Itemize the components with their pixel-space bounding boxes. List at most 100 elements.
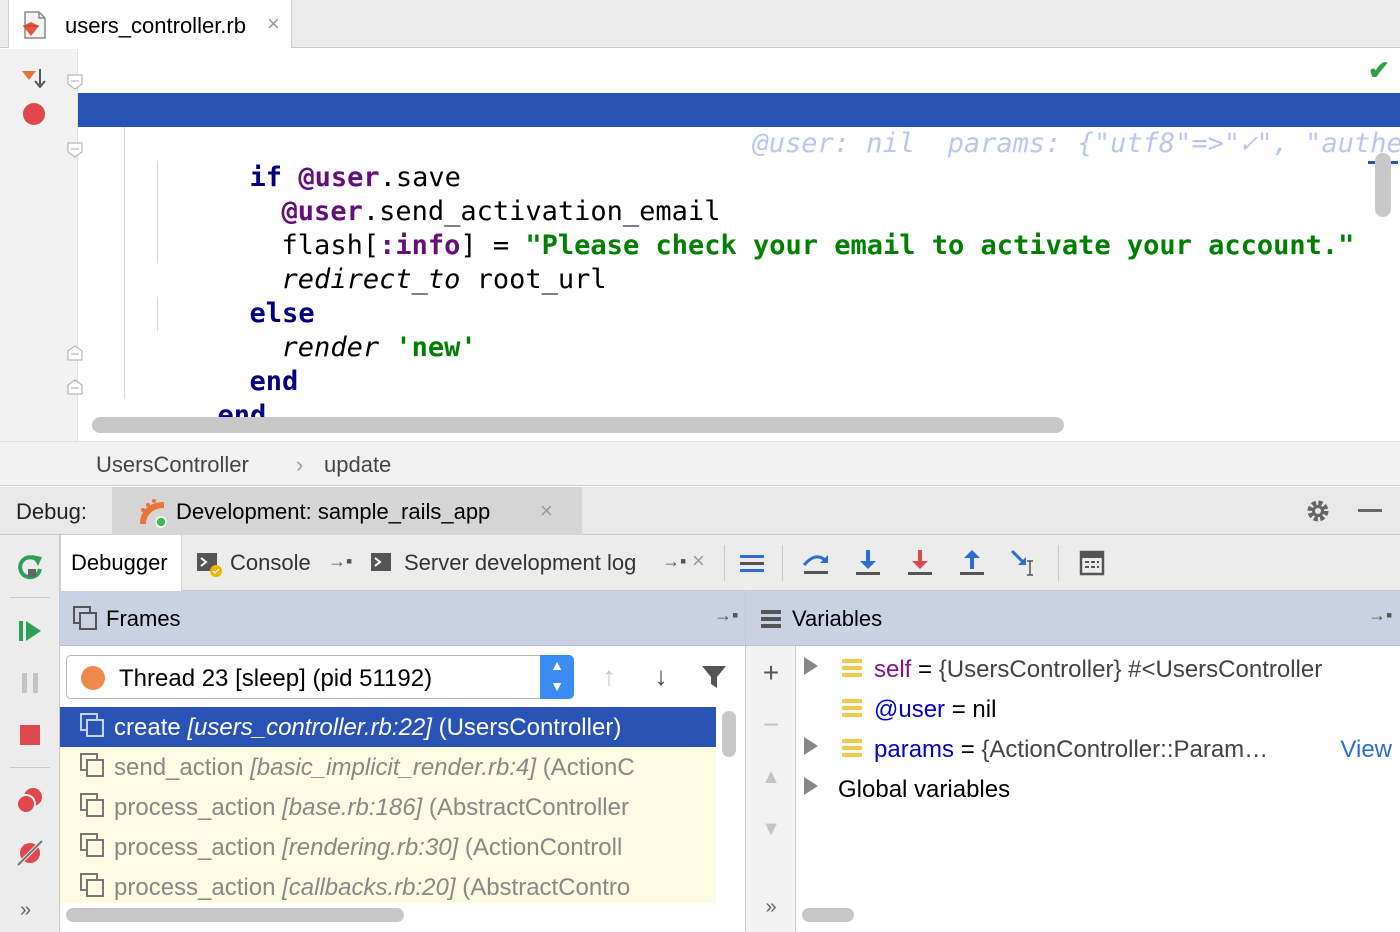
editor-tab-bar: users_controller.rb × [0, 0, 1400, 48]
tab-label: Debugger [71, 550, 168, 575]
fold-end-icon[interactable] [67, 379, 83, 395]
debug-label: Debug: [16, 499, 87, 524]
variable-row[interactable]: self = {UsersController} #<UsersControll… [796, 649, 1400, 689]
frame-icon [80, 753, 106, 779]
frame-row[interactable]: send_action [basic_implicit_render.rb:4]… [60, 747, 716, 787]
tab-server-development-log[interactable]: Server development log →▪ × [360, 535, 722, 591]
code-line-5: flash[:info] = "Please check your email … [184, 195, 1355, 261]
frame-icon [80, 713, 106, 739]
frame-row[interactable]: process_action [rendering.rb:30] (Action… [60, 827, 716, 867]
view-breakpoints-icon[interactable] [14, 785, 46, 817]
code-line-7: else [152, 263, 315, 329]
pin-panel-icon[interactable]: →▪ [1368, 605, 1392, 626]
debug-subtab-bar: Debugger Console →▪ Server development l… [60, 535, 1400, 591]
close-tab-icon[interactable]: × [267, 11, 280, 37]
frame-method: send_action [114, 754, 244, 781]
step-out-icon[interactable] [956, 547, 988, 579]
view-link[interactable]: View [1336, 736, 1392, 764]
frame-row[interactable]: process_action [callbacks.rb:20] (Abstra… [60, 867, 716, 903]
debug-config-tab[interactable]: Development: sample_rails_app × [112, 487, 582, 535]
frame-row[interactable]: process_action [base.rb:186] (AbstractCo… [60, 787, 716, 827]
frames-horizontal-scrollbar[interactable] [66, 908, 404, 922]
editor-tab-users-controller[interactable]: users_controller.rb × [8, 0, 292, 48]
thread-selector-value: Thread 23 [sleep] (pid 51192) [119, 665, 433, 692]
frames-icon [73, 606, 97, 630]
frame-icon [80, 833, 106, 859]
frame-list: create [users_controller.rb:22] (UsersCo… [60, 707, 716, 903]
breadcrumb-method[interactable]: update [324, 452, 391, 478]
thread-selector[interactable]: Thread 23 [sleep] (pid 51192) ▲ ▼ [66, 655, 574, 699]
frame-method: create [114, 714, 181, 741]
move-down-icon[interactable]: ▼ [756, 814, 786, 844]
close-tab-icon[interactable]: × [540, 498, 553, 524]
expand-icon[interactable] [804, 737, 818, 755]
field-icon [842, 699, 862, 719]
close-tab-icon[interactable]: × [692, 548, 705, 574]
breadcrumb-class[interactable]: UsersController [96, 452, 249, 478]
variable-name: self [874, 656, 912, 683]
variable-row[interactable]: params = {ActionController::Param… View [796, 729, 1400, 769]
evaluate-expression-icon[interactable] [1076, 547, 1108, 579]
chevron-updown-icon: ▲ ▼ [540, 655, 574, 699]
frame-icon [80, 873, 106, 899]
frame-method: process_action [114, 874, 276, 901]
frames-vertical-scrollbar[interactable] [722, 711, 736, 757]
variable-value: {ActionController::Param… [981, 736, 1269, 763]
pin-panel-icon[interactable]: →▪ [714, 605, 738, 626]
fold-end-icon[interactable] [67, 345, 83, 361]
expand-icon[interactable] [804, 657, 818, 675]
next-frame-icon[interactable]: ↓ [646, 661, 676, 691]
frames-header: Frames →▪ [60, 591, 745, 646]
variables-toolbar: + − ▲ ▼ » [746, 646, 796, 932]
frame-method: process_action [114, 834, 276, 861]
variable-group-name: Global variables [838, 776, 1011, 803]
stop-icon[interactable] [14, 719, 46, 751]
gear-icon[interactable] [1304, 497, 1332, 525]
step-into-icon[interactable] [852, 547, 884, 579]
execution-point-icon [22, 69, 46, 89]
divider [10, 767, 50, 768]
fold-icon[interactable] [67, 74, 83, 90]
more-icon[interactable]: » [756, 892, 786, 922]
variables-horizontal-scrollbar[interactable] [802, 908, 854, 922]
rerun-icon[interactable] [14, 551, 46, 583]
previous-frame-icon[interactable]: ↑ [594, 661, 624, 691]
frame-class: (UsersController) [438, 714, 622, 741]
string-literal: "Please check your email to activate you… [525, 230, 1355, 261]
editor-horizontal-scrollbar[interactable] [92, 417, 1064, 433]
minimize-icon[interactable] [1358, 509, 1382, 512]
field-icon [842, 659, 862, 679]
thread-status-icon [81, 666, 105, 690]
move-up-icon[interactable]: ▲ [756, 762, 786, 792]
run-to-cursor-icon[interactable] [1008, 547, 1040, 579]
filter-icon[interactable] [700, 663, 728, 691]
frame-file: [basic_implicit_render.rb:4] [250, 754, 537, 781]
mute-breakpoints-icon[interactable] [14, 837, 46, 869]
call-expression: .new(user_params) [443, 128, 720, 159]
tab-console[interactable]: Console →▪ [184, 535, 358, 591]
pin-tab-icon[interactable]: →▪ [328, 551, 352, 572]
variable-row[interactable]: Global variables [796, 769, 1400, 809]
show-execution-point-icon[interactable] [736, 547, 768, 579]
step-over-icon[interactable] [800, 547, 832, 579]
equals-sign: = [945, 696, 973, 723]
more-icon[interactable]: » [20, 899, 31, 922]
pin-tab-icon[interactable]: →▪ [662, 551, 686, 572]
no-problems-check-icon: ✔ [1368, 55, 1390, 85]
frame-row[interactable]: create [users_controller.rb:22] (UsersCo… [60, 707, 716, 747]
variables-panel: Variables →▪ + − ▲ ▼ » self = {UsersCont… [746, 591, 1400, 932]
resume-icon[interactable] [14, 615, 46, 647]
add-watch-icon[interactable]: + [756, 658, 786, 688]
frame-icon [80, 793, 106, 819]
tab-debugger[interactable]: Debugger [60, 535, 182, 591]
frame-file: [callbacks.rb:20] [282, 874, 456, 901]
editor-vertical-scrollbar[interactable] [1375, 153, 1391, 217]
remove-watch-icon[interactable]: − [756, 710, 786, 740]
force-step-into-icon[interactable] [904, 547, 936, 579]
variable-row[interactable]: @user = nil [796, 689, 1400, 729]
breakpoint-icon[interactable] [23, 103, 45, 125]
code-editor[interactable]: def create @user = User.new(user_params)… [0, 49, 1400, 441]
expand-icon[interactable] [804, 777, 818, 795]
debug-side-toolbar: » [0, 535, 60, 932]
pause-icon[interactable] [14, 667, 46, 699]
